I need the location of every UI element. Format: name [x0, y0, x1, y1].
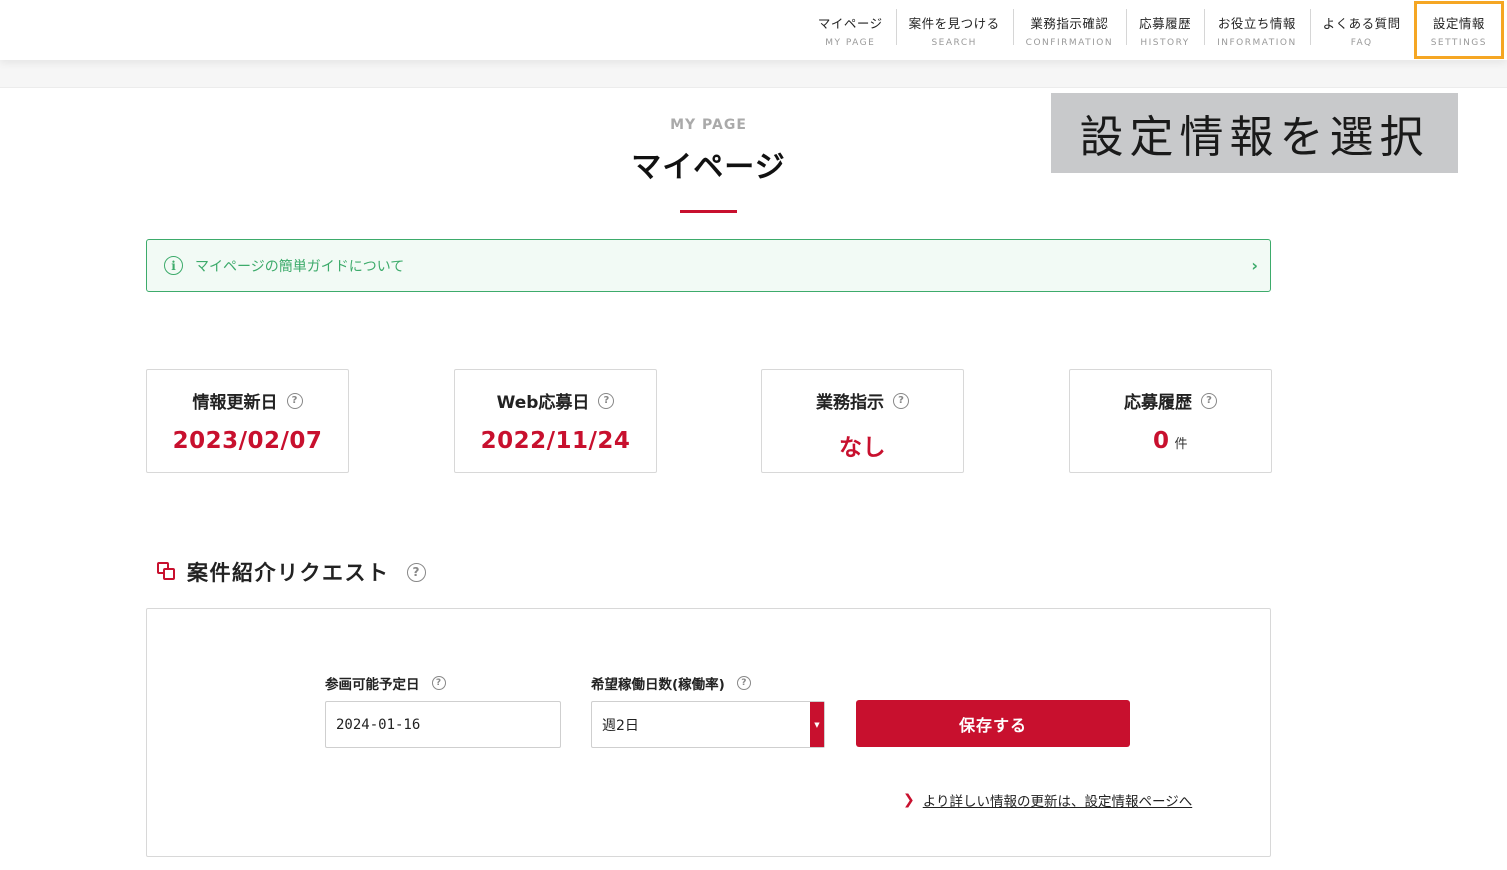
- nav-item-label: お役立ち情報: [1217, 15, 1296, 31]
- stat-card-value-text: 0: [1152, 428, 1170, 454]
- dropdown-arrow-icon: ▼: [810, 702, 824, 747]
- request-section-header: 案件紹介リクエスト ?: [157, 557, 426, 587]
- save-button[interactable]: 保存する: [856, 700, 1130, 747]
- nav-item-label: 業務指示確認: [1030, 15, 1109, 31]
- stat-card-value: 2023/02/07: [147, 428, 348, 454]
- section-title: 案件紹介リクエスト: [187, 561, 390, 585]
- nav-item-my-page[interactable]: マイページ MY PAGE: [805, 0, 896, 60]
- days-field-label: 希望稼働日数(稼働率) ?: [591, 673, 751, 693]
- header-subbar: [0, 60, 1507, 88]
- nav-item-label: 応募履歴: [1139, 15, 1192, 31]
- main-nav: マイページ MY PAGE 案件を見つける SEARCH 業務指示確認 CONF…: [805, 0, 1507, 60]
- nav-item-sublabel: CONFIRMATION: [1025, 37, 1114, 48]
- stat-card-info-updated: 情報更新日 ? 2023/02/07: [146, 369, 349, 473]
- stat-card-label-row: 情報更新日 ?: [147, 388, 348, 413]
- stat-card-label: Web応募日: [496, 393, 590, 413]
- title-underline: [680, 210, 737, 213]
- help-icon[interactable]: ?: [736, 676, 751, 690]
- help-icon[interactable]: ?: [893, 392, 909, 409]
- nav-item-sublabel: FAQ: [1350, 37, 1373, 48]
- help-icon[interactable]: ?: [1201, 392, 1217, 409]
- stat-card-value: 2022/11/24: [455, 428, 656, 454]
- stat-card-label: 情報更新日: [192, 393, 278, 413]
- stat-card-work-instructions: 業務指示 ? なし: [761, 369, 964, 473]
- stat-card-value-text: 2023/02/07: [172, 428, 323, 454]
- nav-item-sublabel: SETTINGS: [1430, 37, 1487, 48]
- help-icon[interactable]: ?: [598, 392, 615, 409]
- stat-card-unit: 件: [1174, 437, 1189, 452]
- nav-item-label: よくある質問: [1322, 15, 1401, 31]
- nav-item-sublabel: MY PAGE: [825, 37, 876, 48]
- stat-card-value-text: 2022/11/24: [480, 428, 631, 454]
- stat-card-value: なし: [762, 428, 963, 462]
- nav-item-search[interactable]: 案件を見つける SEARCH: [895, 0, 1013, 60]
- date-field-label-text: 参画可能予定日: [325, 677, 420, 693]
- help-icon[interactable]: ?: [431, 676, 446, 690]
- stat-card-label-row: 業務指示 ?: [762, 388, 963, 413]
- chevron-right-icon: ❯: [903, 792, 915, 808]
- stat-card-value-text: なし: [839, 435, 886, 461]
- days-field-label-text: 希望稼働日数(稼働率): [591, 677, 725, 693]
- copy-icon: [157, 562, 177, 582]
- nav-item-settings[interactable]: 設定情報 SETTINGS: [1413, 1, 1504, 59]
- nav-item-confirmation[interactable]: 業務指示確認 CONFIRMATION: [1012, 0, 1126, 60]
- stat-card-web-applied: Web応募日 ? 2022/11/24: [454, 369, 657, 473]
- guide-banner-text: マイページの簡単ガイドについて: [195, 258, 405, 275]
- nav-item-information[interactable]: お役立ち情報 INFORMATION: [1204, 0, 1310, 60]
- nav-item-sublabel: INFORMATION: [1217, 37, 1297, 48]
- settings-page-link-text: より詳しい情報の更新は、設定情報ページへ: [922, 794, 1193, 810]
- work-days-select-value: 週2日: [602, 717, 639, 734]
- nav-item-label: 設定情報: [1432, 15, 1485, 31]
- nav-item-sublabel: SEARCH: [931, 37, 977, 48]
- help-icon[interactable]: ?: [406, 562, 426, 582]
- nav-item-history[interactable]: 応募履歴 HISTORY: [1126, 0, 1204, 60]
- available-date-input[interactable]: 2024-01-16: [325, 701, 561, 748]
- work-days-select[interactable]: 週2日 ▼: [591, 701, 825, 748]
- chevron-right-icon: ›: [1251, 256, 1258, 275]
- nav-item-sublabel: HISTORY: [1140, 37, 1190, 48]
- nav-item-label: マイページ: [817, 15, 883, 31]
- header: マイページ MY PAGE 案件を見つける SEARCH 業務指示確認 CONF…: [0, 0, 1507, 60]
- settings-page-link[interactable]: ❯ より詳しい情報の更新は、設定情報ページへ: [903, 790, 1192, 810]
- help-icon[interactable]: ?: [286, 392, 303, 409]
- stat-card-label-row: Web応募日 ?: [455, 388, 656, 413]
- instruction-annotation: 設定情報を選択: [1051, 93, 1458, 173]
- date-field-label: 参画可能予定日 ?: [325, 673, 446, 693]
- stat-card-label: 業務指示: [816, 393, 884, 413]
- info-icon: i: [164, 256, 183, 275]
- stat-card-value: 0件: [1070, 428, 1271, 454]
- stat-card-label-row: 応募履歴 ?: [1070, 388, 1271, 413]
- guide-banner[interactable]: i マイページの簡単ガイドについて ›: [146, 239, 1271, 292]
- nav-item-label: 案件を見つける: [908, 15, 1000, 31]
- nav-item-faq[interactable]: よくある質問 FAQ: [1309, 0, 1414, 60]
- stat-card-label: 応募履歴: [1124, 393, 1192, 413]
- stat-card-application-history: 応募履歴 ? 0件: [1069, 369, 1272, 473]
